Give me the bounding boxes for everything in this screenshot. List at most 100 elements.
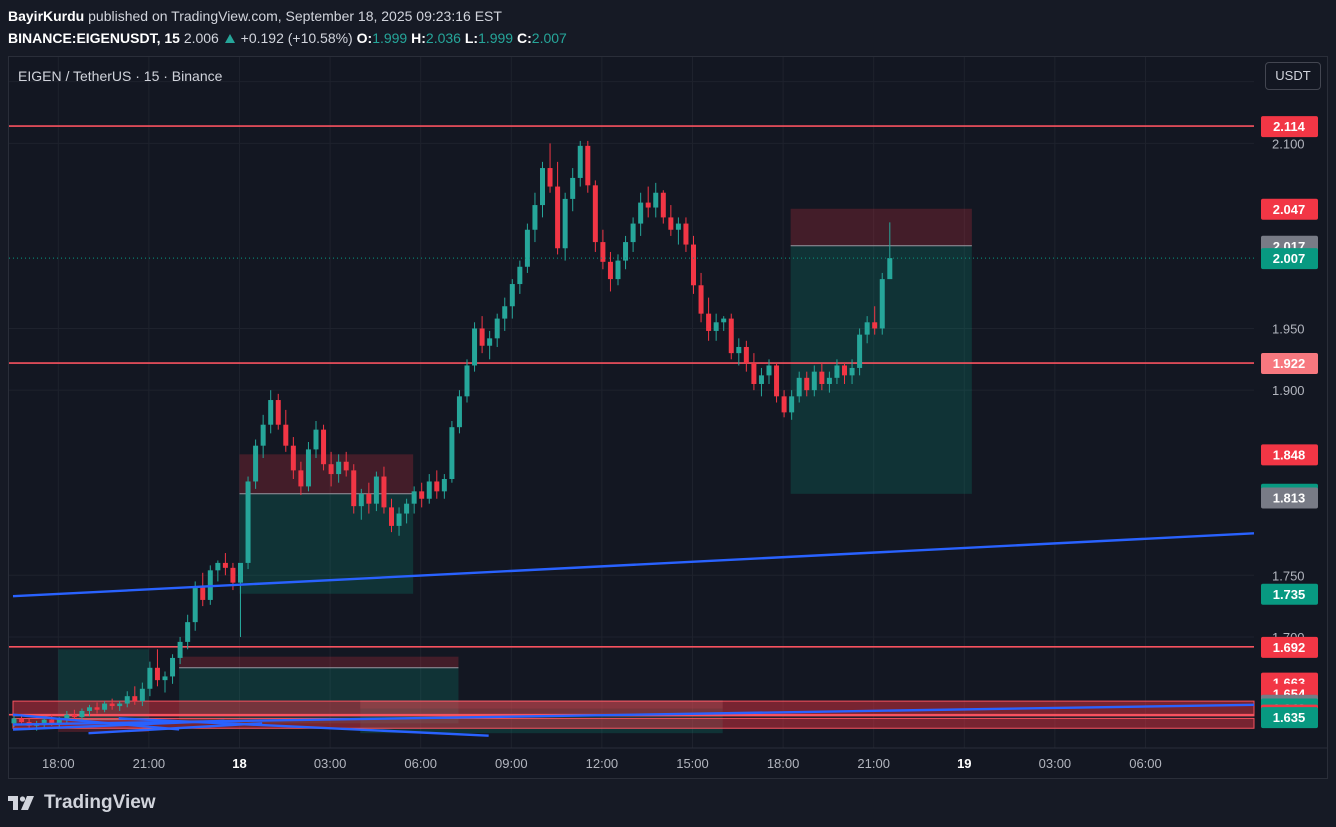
candle-body bbox=[245, 481, 251, 563]
candle bbox=[238, 562, 243, 637]
candle bbox=[630, 217, 636, 252]
candle-body bbox=[411, 491, 417, 504]
position-target-zone bbox=[239, 493, 414, 594]
author-name[interactable]: BayirKurdu bbox=[8, 8, 84, 24]
candle-body bbox=[351, 470, 357, 507]
price-label: 1.922 bbox=[1261, 353, 1318, 375]
open-value: 1.999 bbox=[372, 30, 408, 46]
candle-body bbox=[268, 400, 274, 425]
candle bbox=[547, 143, 553, 193]
candle-body bbox=[524, 229, 530, 267]
candle-body bbox=[721, 318, 727, 323]
candle-body bbox=[200, 587, 206, 600]
candle-body bbox=[94, 707, 100, 710]
candle-body bbox=[396, 513, 402, 526]
time-axis-tick: 06:00 bbox=[404, 756, 437, 771]
tradingview-logo[interactable]: TradingView bbox=[8, 792, 156, 814]
price-axis-tick: 1.900 bbox=[1272, 383, 1305, 398]
candle bbox=[660, 190, 666, 224]
grid-lines bbox=[9, 57, 1254, 748]
price-label-text: 1.813 bbox=[1273, 491, 1306, 506]
candle-body bbox=[87, 707, 92, 711]
candle bbox=[321, 424, 327, 471]
candle bbox=[200, 572, 206, 607]
currency-button[interactable]: USDT bbox=[1265, 62, 1321, 90]
price-label-text: 1.692 bbox=[1273, 640, 1306, 655]
time-axis-tick: 03:00 bbox=[314, 756, 347, 771]
candle-body bbox=[373, 476, 379, 504]
last-price: 2.006 bbox=[183, 30, 219, 46]
candle bbox=[305, 441, 311, 492]
price-label-text: 1.735 bbox=[1273, 587, 1306, 602]
candle-body bbox=[441, 479, 447, 492]
candle bbox=[170, 654, 176, 684]
time-axis-tick: 18:00 bbox=[42, 756, 75, 771]
candle-body bbox=[358, 493, 364, 507]
candle bbox=[623, 235, 629, 270]
candle bbox=[691, 235, 696, 294]
candle-body bbox=[653, 192, 659, 208]
position-stop-zone bbox=[790, 208, 972, 246]
candle bbox=[555, 161, 561, 255]
candle bbox=[487, 330, 493, 360]
time-axis-tick: 18 bbox=[232, 756, 246, 771]
candle-body bbox=[298, 470, 304, 487]
candle-body bbox=[728, 318, 734, 354]
candle bbox=[494, 313, 500, 347]
candle bbox=[879, 272, 885, 335]
candle bbox=[781, 390, 787, 418]
close-value: 2.007 bbox=[531, 30, 567, 46]
candle-body bbox=[487, 338, 493, 346]
candle-body bbox=[570, 177, 576, 199]
candle-body bbox=[577, 145, 583, 178]
candle bbox=[185, 614, 191, 650]
chart-title: EIGEN / TetherUS · 15 · Binance bbox=[18, 68, 223, 84]
chart-pane[interactable]: 2.1502.1001.9501.9001.7501.7002.1142.047… bbox=[8, 56, 1328, 779]
candle-body bbox=[607, 261, 613, 280]
tradingview-logo-icon bbox=[8, 796, 34, 810]
candle-body bbox=[177, 641, 183, 658]
candle-body bbox=[826, 377, 832, 384]
candle-body bbox=[464, 365, 470, 397]
candle-body bbox=[758, 375, 764, 384]
candle bbox=[154, 649, 160, 687]
candle-body bbox=[668, 217, 674, 230]
candle bbox=[743, 340, 749, 372]
candle-body bbox=[305, 449, 311, 487]
candle-body bbox=[592, 185, 598, 243]
candle-body bbox=[154, 667, 160, 681]
price-axis-tick: 2.100 bbox=[1272, 136, 1305, 151]
price-label: 1.692 bbox=[1261, 636, 1318, 658]
candle bbox=[728, 313, 734, 360]
position-tools bbox=[58, 208, 972, 734]
candle-body bbox=[585, 145, 591, 186]
symbol-name[interactable]: BINANCE:EIGENUSDT, 15 bbox=[8, 30, 180, 46]
time-axis-tick: 15:00 bbox=[676, 756, 709, 771]
candle bbox=[645, 186, 651, 218]
candle-body bbox=[192, 587, 198, 623]
candle-body bbox=[706, 313, 712, 331]
candle-body bbox=[562, 198, 568, 249]
price-label: 1.848 bbox=[1261, 444, 1318, 466]
candle bbox=[524, 223, 530, 273]
candle bbox=[774, 363, 780, 403]
candle-body bbox=[260, 424, 266, 446]
candle-body bbox=[253, 445, 259, 482]
candle-body bbox=[449, 427, 455, 480]
candle-body bbox=[275, 400, 281, 425]
chart-canvas[interactable]: 2.1502.1001.9501.9001.7501.7002.1142.047… bbox=[9, 57, 1327, 778]
candle-body bbox=[660, 192, 666, 218]
price-label-text: 1.922 bbox=[1273, 356, 1306, 371]
candle bbox=[675, 217, 681, 245]
candle-body bbox=[456, 396, 462, 428]
candle bbox=[570, 168, 576, 212]
candle-body bbox=[283, 424, 289, 446]
candle-body bbox=[600, 242, 606, 262]
ohlc-legend: BINANCE:EIGENUSDT, 15 2.006 +0.192 (+10.… bbox=[8, 30, 567, 46]
candle-body bbox=[381, 476, 387, 508]
candle bbox=[162, 671, 168, 693]
time-axis: 18:00 21:00 18 03:00 06:00 09:00 12:00 15:00 18:… bbox=[9, 747, 1327, 771]
candle-body bbox=[328, 464, 334, 475]
candle bbox=[638, 192, 644, 236]
candle bbox=[449, 421, 455, 483]
